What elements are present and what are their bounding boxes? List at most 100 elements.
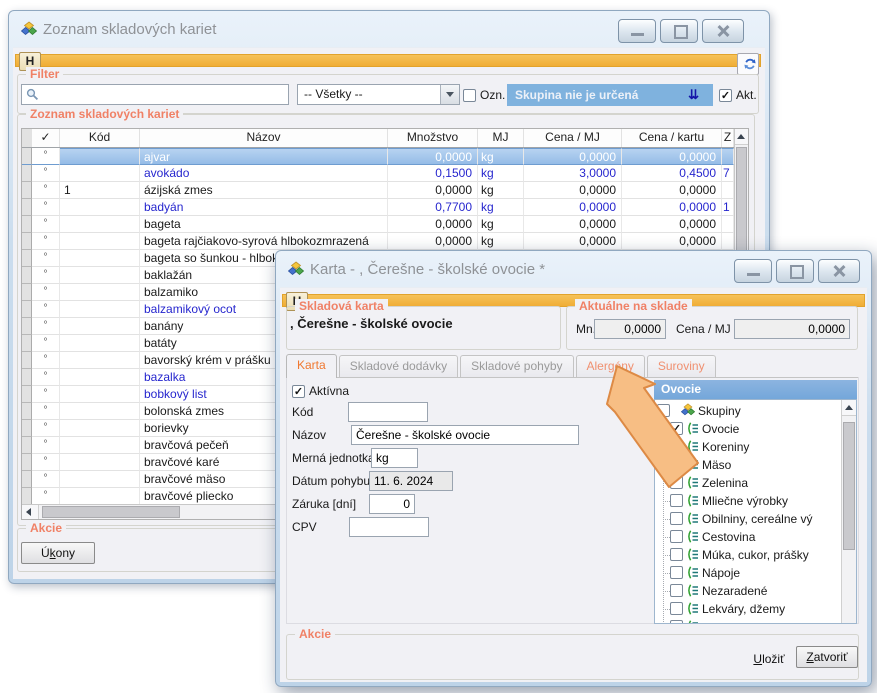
tree-root[interactable]: Skupiny	[655, 402, 856, 420]
scrollbar-thumb[interactable]	[42, 506, 180, 518]
row-selector-header[interactable]	[22, 129, 32, 147]
tree-item-mliecne-vyrobky[interactable]: Mliečne výrobky	[655, 492, 856, 510]
cena-mj-value-field[interactable]	[734, 319, 850, 339]
close-card-button[interactable]: Zatvoriť	[796, 646, 858, 668]
tree-item-label[interactable]: Skupiny	[698, 402, 741, 420]
tree-item-koreniny[interactable]: Koreniny	[655, 438, 856, 456]
minimize-button[interactable]	[618, 19, 656, 43]
scroll-up-button[interactable]	[735, 129, 748, 145]
tab-skladove-pohyby[interactable]: Skladové pohyby	[460, 355, 573, 377]
tree-item-obilniny-cerealne-vy[interactable]: Obilniny, cereálne vý	[655, 510, 856, 528]
tree-item-label[interactable]: Lekváry, džemy	[702, 600, 785, 618]
column-header-z[interactable]: Z	[722, 129, 734, 147]
checkbox[interactable]	[670, 530, 683, 543]
checkbox[interactable]	[670, 566, 683, 579]
scrollbar-thumb[interactable]	[736, 147, 747, 257]
maximize-button[interactable]	[776, 259, 814, 283]
column-header-nazov[interactable]: Názov	[140, 129, 388, 147]
aktivna-checkbox[interactable]: ✓ Aktívna	[292, 384, 349, 398]
tree-item-label[interactable]: Cestovina	[702, 528, 755, 546]
field-merna-jednotka-input[interactable]	[371, 448, 418, 468]
akt-checkbox[interactable]: ✓ Akt.	[719, 88, 757, 102]
table-row[interactable]: °bageta rajčiakovo-syrová hlbokozmrazená…	[22, 233, 734, 250]
scrollbar-thumb[interactable]	[843, 422, 855, 550]
column-header-kod[interactable]: Kód	[60, 129, 140, 147]
tree-item-label[interactable]: Ovocie	[702, 420, 739, 438]
checkbox[interactable]	[670, 512, 683, 525]
table-row[interactable]: °ajvar0,0000kg0,00000,0000	[22, 148, 734, 165]
close-button[interactable]	[818, 259, 860, 283]
tree-item-nezaradene[interactable]: Nezaradené	[655, 582, 856, 600]
tree-item-label[interactable]: Koreniny	[702, 438, 749, 456]
field-kod-input[interactable]	[348, 402, 428, 422]
checkbox[interactable]: ✓	[292, 385, 305, 398]
refresh-button[interactable]	[737, 53, 759, 75]
stock-list-titlebar[interactable]: Zoznam skladových kariet	[9, 11, 769, 47]
table-row[interactable]: °badyán0,7700kg0,00000,00001	[22, 199, 734, 216]
table-row[interactable]: °avokádo0,1500kg3,00000,45007	[22, 165, 734, 182]
column-header-item[interactable]: ✓	[32, 129, 60, 147]
checkbox[interactable]	[463, 89, 476, 102]
table-row[interactable]: °bageta0,0000kg0,00000,0000	[22, 216, 734, 233]
tree-scrollbar[interactable]	[841, 400, 856, 623]
checkbox[interactable]	[670, 494, 683, 507]
cell: kg	[478, 199, 524, 216]
double-chevron-down-icon[interactable]: ⇊	[688, 84, 699, 106]
search-input[interactable]	[42, 86, 286, 105]
ozn-checkbox[interactable]: Ozn.	[463, 88, 505, 102]
checkbox[interactable]: ✓	[670, 422, 683, 435]
field-zaruka-dni-input[interactable]	[369, 494, 415, 514]
group-filter-field[interactable]: Skupina nie je určená ⇊	[507, 84, 713, 106]
tree-item-cestovina[interactable]: Cestovina	[655, 528, 856, 546]
tree-item-label[interactable]: Múka, cukor, prášky	[702, 546, 809, 564]
stock-card-titlebar[interactable]: Karta - , Čerešne - školské ovocie *	[276, 251, 871, 287]
checkbox[interactable]	[670, 476, 683, 489]
tree-item-label[interactable]: Nezaradené	[702, 582, 767, 600]
table-row[interactable]: °1ázijská zmes0,0000kg0,00000,0000	[22, 182, 734, 199]
maximize-button[interactable]	[660, 19, 698, 43]
checkbox[interactable]	[657, 404, 670, 417]
checkbox[interactable]	[670, 440, 683, 453]
maximize-icon	[674, 25, 688, 39]
tree-item-zelenina[interactable]: Zelenina	[655, 474, 856, 492]
type-dropdown[interactable]: -- Všetky --	[297, 84, 460, 105]
tree-item-label[interactable]: Obilniny, cereálne vý	[702, 510, 813, 528]
checkbox[interactable]: ✓	[719, 89, 732, 102]
checkbox[interactable]	[670, 548, 683, 561]
checkbox[interactable]	[670, 602, 683, 615]
checkbox[interactable]	[670, 620, 683, 624]
tree-item-maso[interactable]: Mäso	[655, 456, 856, 474]
tab-skladove-dodavky[interactable]: Skladové dodávky	[339, 355, 458, 377]
column-header-mj[interactable]: MJ	[478, 129, 524, 147]
scroll-up-button[interactable]	[842, 400, 856, 416]
column-header-mnozstvo[interactable]: Množstvo	[388, 129, 478, 147]
column-header-cena-kartu[interactable]: Cena / kartu	[622, 129, 722, 147]
mn-value-field[interactable]	[594, 319, 666, 339]
tree-item-lekvary-dzemy[interactable]: Lekváry, džemy	[655, 600, 856, 618]
tree-item-ovocie[interactable]: ✓ Ovocie	[655, 420, 856, 438]
minimize-button[interactable]	[734, 259, 772, 283]
window-title: Karta - , Čerešne - školské ovocie *	[310, 261, 545, 278]
tree-item-muka-cukor-prasky[interactable]: Múka, cukor, prášky	[655, 546, 856, 564]
tree-item-napoje[interactable]: Nápoje	[655, 564, 856, 582]
field-cpv-input[interactable]	[349, 517, 429, 537]
ukony-button[interactable]: Úkony	[21, 542, 95, 564]
cell: 0,0000	[524, 199, 622, 216]
checkbox[interactable]	[670, 458, 683, 471]
tree-item-partial[interactable]	[655, 618, 856, 624]
field-datum-pohybu-input[interactable]	[369, 471, 453, 491]
tree-item-label[interactable]: Nápoje	[702, 564, 740, 582]
tree-item-label[interactable]: Mliečne výrobky	[702, 492, 788, 510]
checkbox[interactable]	[670, 584, 683, 597]
tab-alergeny[interactable]: Alergény	[576, 355, 645, 377]
tree-item-label[interactable]: Zelenina	[702, 474, 748, 492]
dropdown-button[interactable]	[440, 85, 459, 104]
tab-karta[interactable]: Karta	[286, 354, 337, 378]
scroll-left-button[interactable]	[22, 505, 39, 519]
close-button[interactable]	[702, 19, 744, 43]
tree-item-label[interactable]: Mäso	[702, 456, 731, 474]
field-nazov-input[interactable]	[351, 425, 579, 445]
save-button[interactable]: Uložiť	[746, 650, 792, 668]
column-header-cena-mj[interactable]: Cena / MJ	[524, 129, 622, 147]
tab-suroviny[interactable]: Suroviny	[647, 355, 716, 377]
